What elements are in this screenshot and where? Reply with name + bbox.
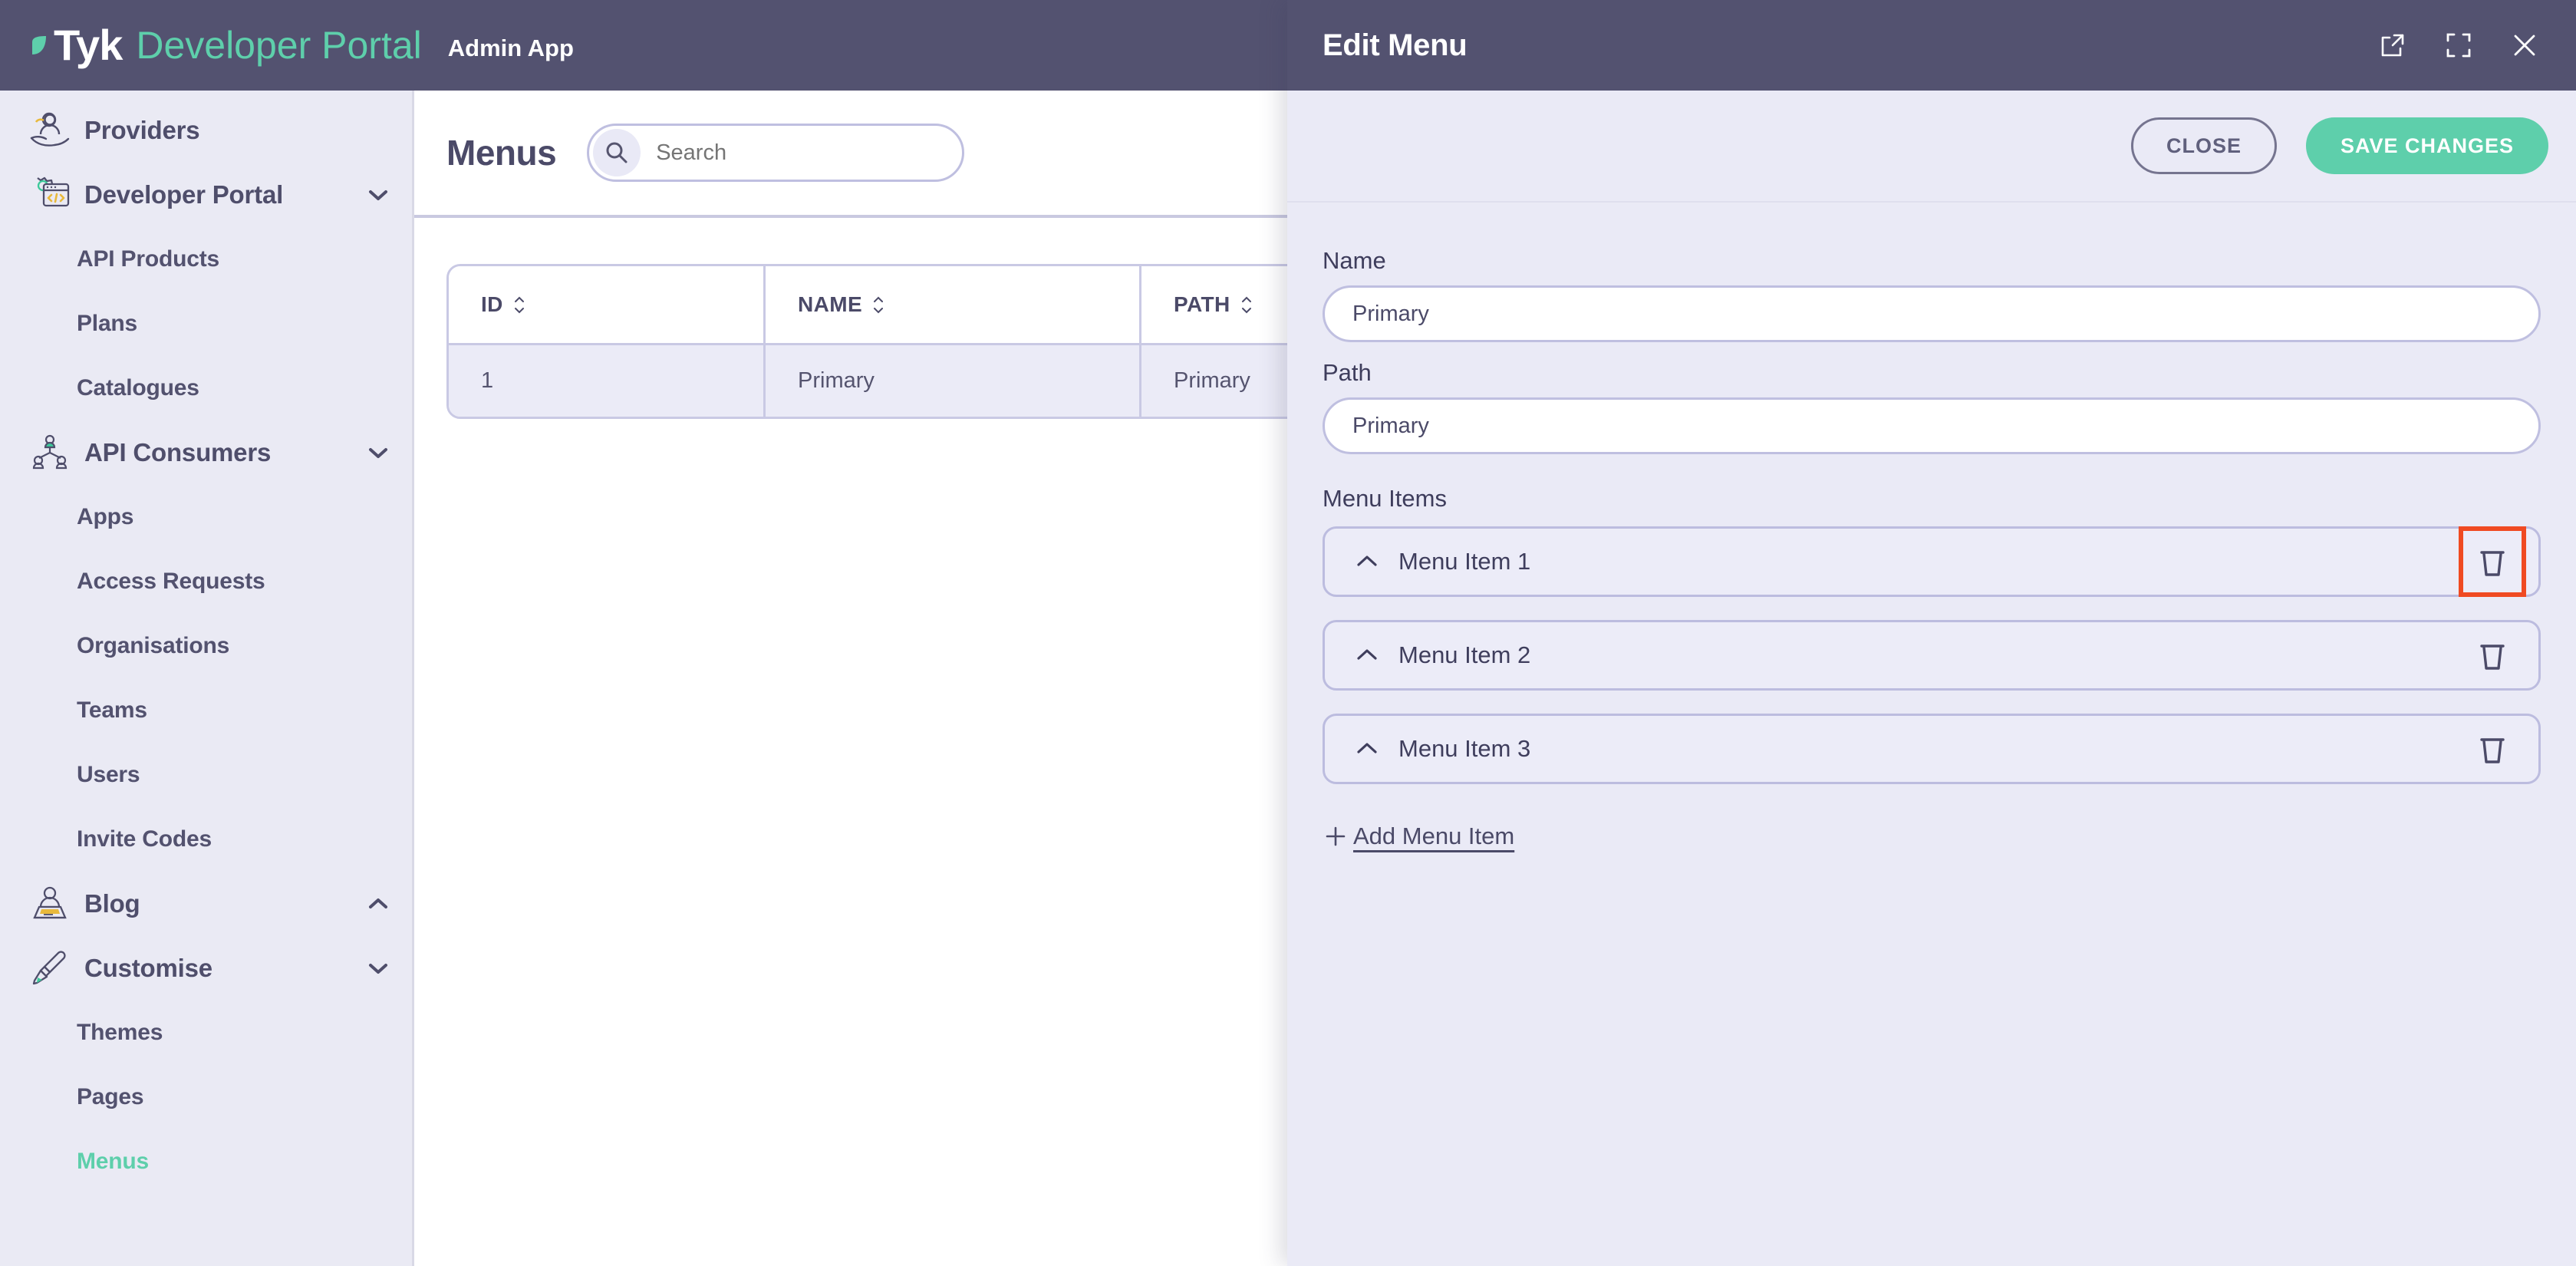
panel-header: Edit Menu bbox=[1287, 0, 2576, 91]
chevron-down-icon[interactable] bbox=[365, 182, 391, 208]
panel-action-bar: CLOSE SAVE CHANGES bbox=[1287, 91, 2576, 203]
sidebar[interactable]: Providers Developer Portal bbox=[0, 91, 414, 1266]
menu-item-label-3: Menu Item 3 bbox=[1398, 735, 2472, 763]
sidebar-label-blog: Blog bbox=[84, 889, 365, 918]
sidebar-item-pages[interactable]: Pages bbox=[0, 1065, 414, 1129]
sort-icon[interactable] bbox=[871, 295, 885, 315]
sidebar-nav: Providers Developer Portal bbox=[0, 91, 414, 1194]
panel-title: Edit Menu bbox=[1323, 28, 2344, 63]
column-label-name: NAME bbox=[798, 292, 862, 317]
sidebar-label-pages: Pages bbox=[77, 1084, 143, 1110]
sidebar-item-apps[interactable]: Apps bbox=[0, 485, 414, 549]
delete-menu-item-3-button[interactable] bbox=[2472, 727, 2512, 770]
sidebar-item-plans[interactable]: Plans bbox=[0, 292, 414, 356]
expand-icon[interactable] bbox=[2441, 28, 2476, 63]
person-laptop-icon bbox=[26, 882, 74, 925]
sidebar-item-teams[interactable]: Teams bbox=[0, 678, 414, 743]
search-input[interactable] bbox=[641, 126, 962, 180]
brand-tyk: Tyk bbox=[54, 24, 122, 67]
sidebar-item-developer-portal[interactable]: Developer Portal bbox=[0, 163, 414, 227]
path-field-label: Path bbox=[1323, 359, 2541, 387]
sidebar-label-plans: Plans bbox=[77, 311, 137, 337]
column-label-id: ID bbox=[481, 292, 503, 317]
sidebar-item-api-consumers[interactable]: API Consumers bbox=[0, 420, 414, 485]
plus-icon bbox=[1323, 823, 1349, 849]
delete-menu-item-2-button[interactable] bbox=[2472, 634, 2512, 677]
hand-person-icon bbox=[26, 109, 74, 152]
add-menu-item-label: Add Menu Item bbox=[1353, 823, 1514, 850]
edit-menu-panel: Edit Menu CLOSE SAVE CHANGES bbox=[1287, 0, 2576, 1266]
sidebar-label-customise: Customise bbox=[84, 954, 365, 983]
paintbrush-icon bbox=[26, 947, 74, 990]
brand-developer-portal: Developer Portal bbox=[136, 26, 421, 64]
org-chart-icon bbox=[26, 431, 74, 474]
sidebar-label-themes: Themes bbox=[77, 1020, 163, 1046]
code-window-icon bbox=[26, 173, 74, 216]
chevron-down-icon[interactable] bbox=[365, 955, 391, 981]
admin-app-label: Admin App bbox=[448, 36, 574, 60]
chevron-up-icon[interactable] bbox=[365, 891, 391, 917]
menu-item-row-1[interactable]: Menu Item 1 bbox=[1323, 526, 2541, 597]
sidebar-label-teams: Teams bbox=[77, 697, 147, 724]
menu-item-label-2: Menu Item 2 bbox=[1398, 641, 2472, 669]
sidebar-item-providers[interactable]: Providers bbox=[0, 98, 414, 163]
sidebar-label-api-consumers: API Consumers bbox=[84, 438, 365, 467]
sidebar-item-themes[interactable]: Themes bbox=[0, 1001, 414, 1065]
external-link-icon[interactable] bbox=[2375, 28, 2410, 63]
menu-items-label: Menu Items bbox=[1323, 485, 2541, 513]
name-field-label: Name bbox=[1323, 247, 2541, 275]
sidebar-label-api-products: API Products bbox=[77, 246, 219, 272]
chevron-up-icon[interactable] bbox=[1352, 547, 1382, 576]
close-icon[interactable] bbox=[2507, 28, 2542, 63]
sidebar-label-catalogues: Catalogues bbox=[77, 375, 199, 401]
sidebar-item-menus[interactable]: Menus bbox=[0, 1129, 414, 1194]
sort-icon[interactable] bbox=[512, 295, 526, 315]
sidebar-label-menus: Menus bbox=[77, 1149, 149, 1175]
sort-icon[interactable] bbox=[1240, 295, 1253, 315]
chevron-down-icon[interactable] bbox=[365, 440, 391, 466]
app-root: Tyk Developer Portal Admin App bbox=[0, 0, 2576, 1266]
cell-id: 1 bbox=[449, 345, 763, 417]
search-icon bbox=[593, 129, 641, 176]
sidebar-item-catalogues[interactable]: Catalogues bbox=[0, 356, 414, 420]
sidebar-label-organisations: Organisations bbox=[77, 633, 229, 659]
sidebar-item-users[interactable]: Users bbox=[0, 743, 414, 807]
menu-item-row-3[interactable]: Menu Item 3 bbox=[1323, 714, 2541, 784]
path-field[interactable]: Primary bbox=[1323, 397, 2541, 454]
column-label-path: PATH bbox=[1174, 292, 1230, 317]
sidebar-item-access-requests[interactable]: Access Requests bbox=[0, 549, 414, 614]
close-button[interactable]: CLOSE bbox=[2131, 117, 2277, 174]
name-field[interactable]: Primary bbox=[1323, 285, 2541, 342]
sidebar-item-organisations[interactable]: Organisations bbox=[0, 614, 414, 678]
panel-body: Name Primary Path Primary Menu Items Men… bbox=[1287, 203, 2576, 853]
sidebar-label-apps: Apps bbox=[77, 504, 133, 530]
tyk-logo[interactable]: Tyk Developer Portal bbox=[29, 24, 422, 67]
sidebar-label-users: Users bbox=[77, 762, 140, 788]
sidebar-label-invite-codes: Invite Codes bbox=[77, 826, 212, 852]
sidebar-label-access-requests: Access Requests bbox=[77, 569, 265, 595]
column-header-name[interactable]: NAME bbox=[763, 266, 1139, 345]
save-changes-button[interactable]: SAVE CHANGES bbox=[2306, 117, 2548, 174]
chevron-up-icon[interactable] bbox=[1352, 734, 1382, 763]
menu-item-label-1: Menu Item 1 bbox=[1398, 548, 2472, 575]
delete-menu-item-1-button[interactable] bbox=[2472, 540, 2512, 583]
tyk-leaf-icon bbox=[29, 35, 55, 67]
sidebar-divider bbox=[412, 91, 414, 1266]
sidebar-label-developer-portal: Developer Portal bbox=[84, 180, 365, 209]
sidebar-item-customise[interactable]: Customise bbox=[0, 936, 414, 1001]
search-box[interactable] bbox=[587, 124, 964, 182]
sidebar-label-providers: Providers bbox=[84, 116, 391, 145]
column-header-id[interactable]: ID bbox=[449, 266, 763, 345]
page-title: Menus bbox=[446, 132, 556, 173]
add-menu-item-link[interactable]: Add Menu Item bbox=[1323, 823, 1514, 850]
chevron-up-icon[interactable] bbox=[1352, 641, 1382, 670]
sidebar-item-invite-codes[interactable]: Invite Codes bbox=[0, 807, 414, 872]
sidebar-item-api-products[interactable]: API Products bbox=[0, 227, 414, 292]
cell-name: Primary bbox=[763, 345, 1139, 417]
menu-item-row-2[interactable]: Menu Item 2 bbox=[1323, 620, 2541, 691]
sidebar-item-blog[interactable]: Blog bbox=[0, 872, 414, 936]
